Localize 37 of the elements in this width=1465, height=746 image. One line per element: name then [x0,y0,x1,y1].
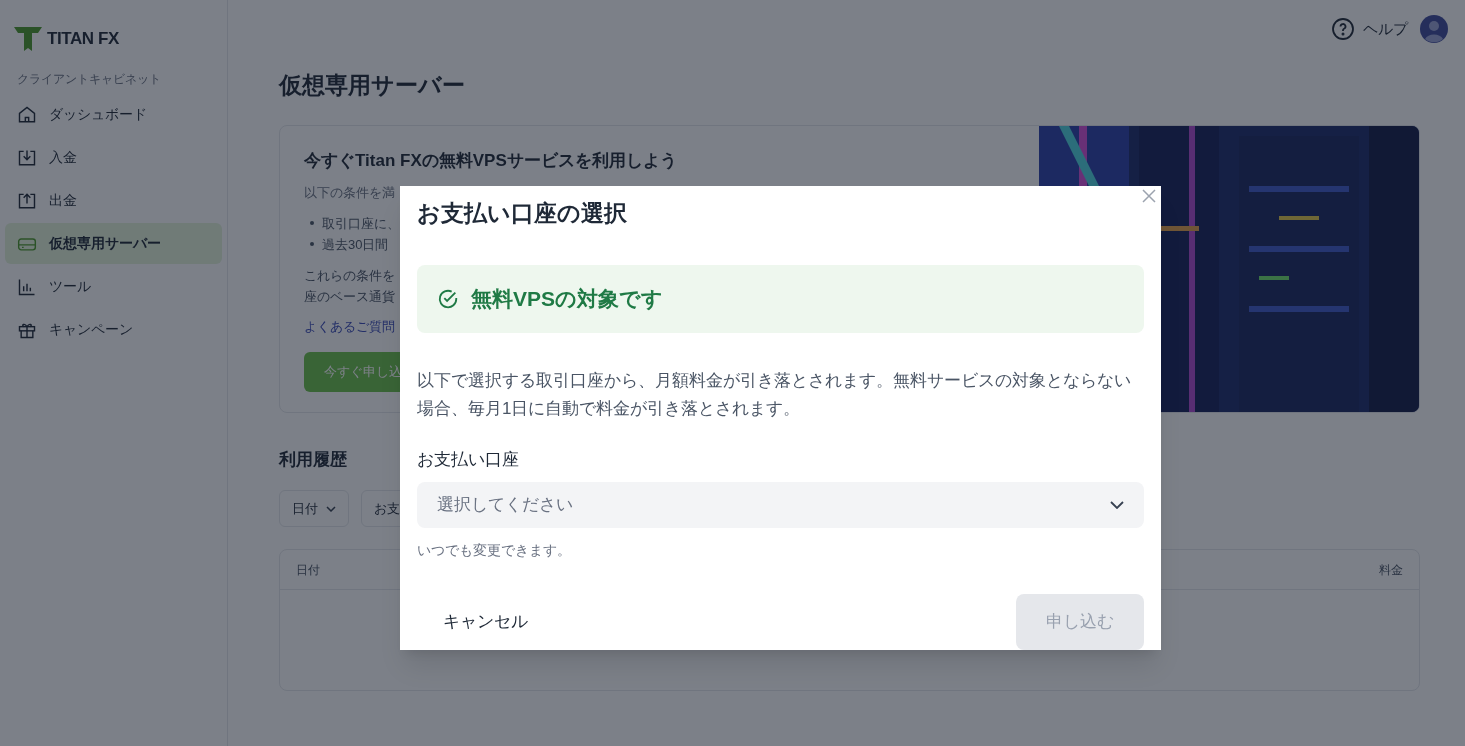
bullet-icon [310,242,314,246]
section-heading: 利用履歴 [279,448,347,471]
logo-icon [13,26,43,52]
help-link[interactable]: ヘルプ [1331,17,1408,41]
status-text: 無料VPSの対象です [471,285,664,312]
promo-intro: 以下の条件を満 [304,184,395,202]
dialog-title: お支払い口座の選択 [417,199,628,228]
close-icon [1142,189,1156,203]
cancel-button[interactable]: キャンセル [417,594,554,650]
field-label: お支払い口座 [417,448,520,471]
sidebar-item[interactable]: 入金 [5,137,222,178]
sidebar-item[interactable]: キャンペーン [5,309,222,350]
column-header: 料金 [1379,561,1403,579]
bullet-icon [310,221,314,225]
chevron-down-icon [326,505,336,512]
account-select[interactable]: 選択してください [417,482,1144,528]
filter-dropdown[interactable]: 日付 [279,490,349,527]
check-circle-icon [437,287,459,310]
logo-text: TITAN FX [47,28,119,51]
home-icon [17,104,37,125]
chevron-down-icon [1110,501,1124,510]
faq-link[interactable]: よくあるご質問 [304,316,395,336]
promo-title: 今すぐTitan FXの無料VPSサービスを利用しよう [304,149,677,172]
close-button[interactable] [1141,188,1157,204]
page-title: 仮想専用サーバー [279,71,465,100]
field-hint: いつでも変更できます。 [417,541,572,560]
promo-text-line: 座のベース通貨 [304,287,395,306]
help-icon [1331,17,1355,41]
avatar-icon[interactable] [1420,15,1448,43]
sidebar-item[interactable]: ツール [5,266,222,307]
sidebar-item[interactable]: 出金 [5,180,222,221]
promo-text-line: これらの条件を [304,266,395,285]
column-header: 日付 [296,561,320,579]
bullet-text: 取引口座に、 [322,214,400,233]
sidebar-item[interactable]: ダッシュボード [5,94,222,135]
sidebar-item[interactable]: 仮想専用サーバー [5,223,222,264]
bullet-text: 過去30日間 [322,235,389,254]
